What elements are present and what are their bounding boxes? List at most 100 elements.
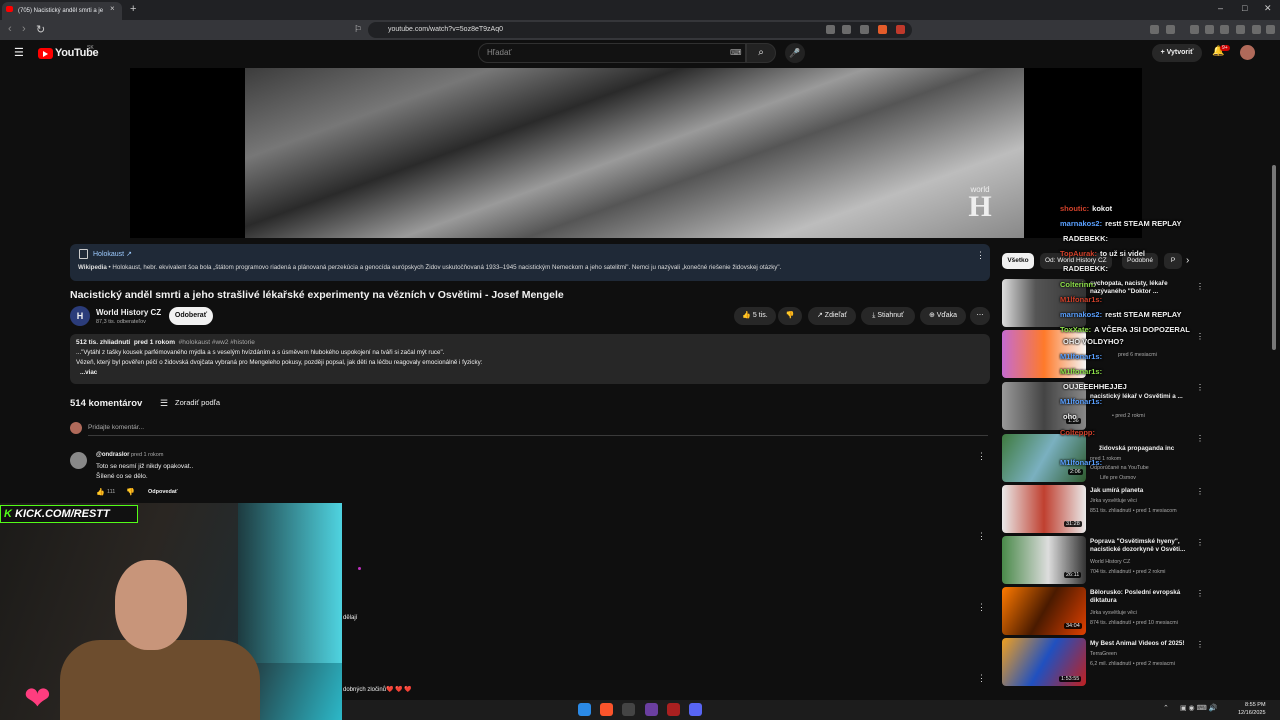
chip-all[interactable]: Všetko	[1002, 253, 1034, 269]
comment-reply-button[interactable]: Odpovedať	[148, 489, 178, 495]
discord-icon[interactable]	[689, 703, 702, 716]
account-avatar[interactable]	[1240, 45, 1255, 60]
comment-more-icon[interactable]: ⋮	[977, 673, 986, 684]
browser-tab[interactable]: (705) Nacistický anděl smrti a je	[2, 2, 122, 20]
comment-more-icon[interactable]: ⋮	[977, 531, 986, 542]
taskbar-app-icon[interactable]	[667, 703, 680, 716]
tray-icons[interactable]: ▣ ◉ ⌨ 🔊	[1180, 704, 1217, 712]
thanks-button[interactable]: ⊕ Vďaka	[920, 307, 966, 325]
comment-text: Toto se nesmí již nikdy opakovat..	[96, 463, 194, 470]
extension-icon-3[interactable]	[1166, 25, 1175, 34]
chevron-right-icon[interactable]: ›	[1186, 255, 1189, 266]
sort-icon[interactable]: ☰	[160, 398, 168, 409]
bookmark-icon[interactable]: ⚐	[354, 24, 362, 35]
extension-icon[interactable]	[826, 25, 835, 34]
comment-more-icon[interactable]: ⋮	[977, 451, 986, 462]
keyboard-icon[interactable]: ⌨	[730, 48, 742, 57]
back-icon[interactable]: ‹	[8, 23, 12, 35]
reload-icon[interactable]: ↻	[36, 23, 45, 36]
taskbar-clock[interactable]: 8:55 PM 12/16/2025	[1238, 701, 1266, 717]
related-title[interactable]: Jak umírá planeta	[1090, 487, 1190, 495]
related-meta: • pred 2 rokmi	[1112, 413, 1145, 419]
description-more-link[interactable]: ...viac	[80, 369, 97, 376]
like-button[interactable]: 👍 5 tis.	[734, 307, 776, 325]
related-more-icon[interactable]: ⋮	[1196, 383, 1204, 392]
search-input[interactable]: Hľadať	[478, 43, 746, 63]
chat-username: M1lfonar1s:	[1060, 352, 1103, 361]
dislike-button[interactable]: 👎	[778, 307, 802, 325]
comment-avatar[interactable]	[70, 452, 87, 469]
related-channel[interactable]: Jirka vysvětluje věci	[1090, 498, 1137, 504]
window-close-button[interactable]: ✕	[1264, 3, 1272, 14]
comment-dislike-icon[interactable]: 👎	[126, 488, 135, 496]
new-tab-button[interactable]: +	[130, 3, 136, 15]
comment-time[interactable]: pred 1 rokom	[131, 452, 163, 458]
sidebar-icon[interactable]	[1205, 25, 1214, 34]
channel-avatar[interactable]: H	[70, 306, 90, 326]
related-channel[interactable]: Jirka vysvětluje věci	[1090, 610, 1137, 616]
forward-icon[interactable]: ›	[22, 23, 26, 35]
chat-message: M1lfonar1s:	[1060, 397, 1105, 406]
related-more-icon[interactable]: ⋮	[1196, 538, 1204, 547]
more-actions-button[interactable]: ⋯	[970, 307, 990, 325]
channel-watermark: world H	[962, 185, 998, 222]
channel-name[interactable]: World History CZ	[96, 308, 161, 317]
brave-shield-icon[interactable]	[878, 25, 887, 34]
related-more-icon[interactable]: ⋮	[1196, 282, 1204, 291]
related-meta: 6,2 mil. zhliadnutí • pred 2 mesiacmi	[1090, 661, 1175, 667]
share-icon[interactable]	[860, 25, 869, 34]
taskbar-app-icon[interactable]	[622, 703, 635, 716]
chat-message: Colterinn:	[1060, 280, 1098, 289]
user-avatar	[70, 422, 82, 434]
related-duration: 1:53:55	[1059, 676, 1082, 682]
search-button[interactable]: ⌕	[746, 43, 776, 63]
extension-icon-4[interactable]	[1190, 25, 1199, 34]
create-button[interactable]: + Vytvoriť	[1152, 44, 1202, 62]
info-panel-link[interactable]: Holokaust ↗	[93, 250, 132, 258]
extension-icon-2[interactable]	[1150, 25, 1159, 34]
video-frame[interactable]	[245, 68, 1024, 238]
related-title[interactable]: sychopata, nacisty, lékaře nazývaného "D…	[1090, 280, 1190, 296]
related-title[interactable]: Poprava "Osvětimské hyeny", nacistické d…	[1090, 538, 1190, 554]
tab-close-icon[interactable]: ×	[110, 4, 115, 13]
related-meta: 851 tis. zhliadnutí • pred 1 mesiacom	[1090, 508, 1177, 514]
chip-more[interactable]: P	[1164, 253, 1182, 269]
menu-icon[interactable]	[1266, 25, 1275, 34]
info-more-icon[interactable]: ⋮	[976, 250, 985, 261]
related-more-icon[interactable]: ⋮	[1196, 640, 1204, 649]
related-title[interactable]: Bělorusko: Poslední evropská diktatura	[1090, 589, 1190, 605]
subscribe-button[interactable]: Odoberať	[169, 307, 213, 325]
tray-chevron-icon[interactable]: ⌃	[1163, 704, 1169, 712]
chat-message: ToxXate: A VČERA JSI DOPOZERAL	[1060, 325, 1190, 334]
share-button[interactable]: ↗ Zdieľať	[808, 307, 856, 325]
microphone-icon[interactable]: 🎤	[785, 43, 805, 63]
hamburger-menu-icon[interactable]: ☰	[14, 46, 24, 59]
related-title[interactable]: My Best Animal Videos of 2025!	[1090, 640, 1190, 648]
download-button[interactable]: ⤓ Stiahnuť	[861, 307, 915, 325]
related-channel[interactable]: TerraGreen	[1090, 651, 1117, 657]
translate-icon[interactable]	[842, 25, 851, 34]
chat-message: RADEBEKK:	[1060, 234, 1108, 243]
related-more-icon[interactable]: ⋮	[1196, 589, 1204, 598]
related-more-icon[interactable]: ⋮	[1196, 434, 1204, 443]
add-comment-input[interactable]: Pridajte komentár...	[88, 424, 144, 431]
minimize-button[interactable]: –	[1218, 3, 1223, 13]
vpn-icon[interactable]	[1252, 25, 1261, 34]
wallet-icon[interactable]	[1220, 25, 1229, 34]
related-more-icon[interactable]: ⋮	[1196, 332, 1204, 341]
related-more-icon[interactable]: ⋮	[1196, 487, 1204, 496]
comment-more-icon[interactable]: ⋮	[977, 602, 986, 613]
related-title[interactable]: židovská propaganda inc	[1099, 445, 1199, 453]
brave-browser-icon[interactable]	[600, 703, 613, 716]
windows-start-icon[interactable]	[578, 703, 591, 716]
comment-like-icon[interactable]: 👍	[96, 488, 105, 496]
brave-rewards-icon[interactable]	[896, 25, 905, 34]
profile-icon[interactable]	[1236, 25, 1245, 34]
sort-button[interactable]: Zoradiť podľa	[175, 398, 220, 407]
comment-author[interactable]: @ondraslor	[96, 452, 130, 458]
taskbar-app-icon[interactable]	[645, 703, 658, 716]
hashtags[interactable]: #holokaust #ww2 #historie	[179, 339, 255, 346]
maximize-button[interactable]: □	[1242, 3, 1247, 13]
related-channel[interactable]: World History CZ	[1090, 559, 1130, 565]
page-scrollbar[interactable]	[1272, 165, 1276, 350]
